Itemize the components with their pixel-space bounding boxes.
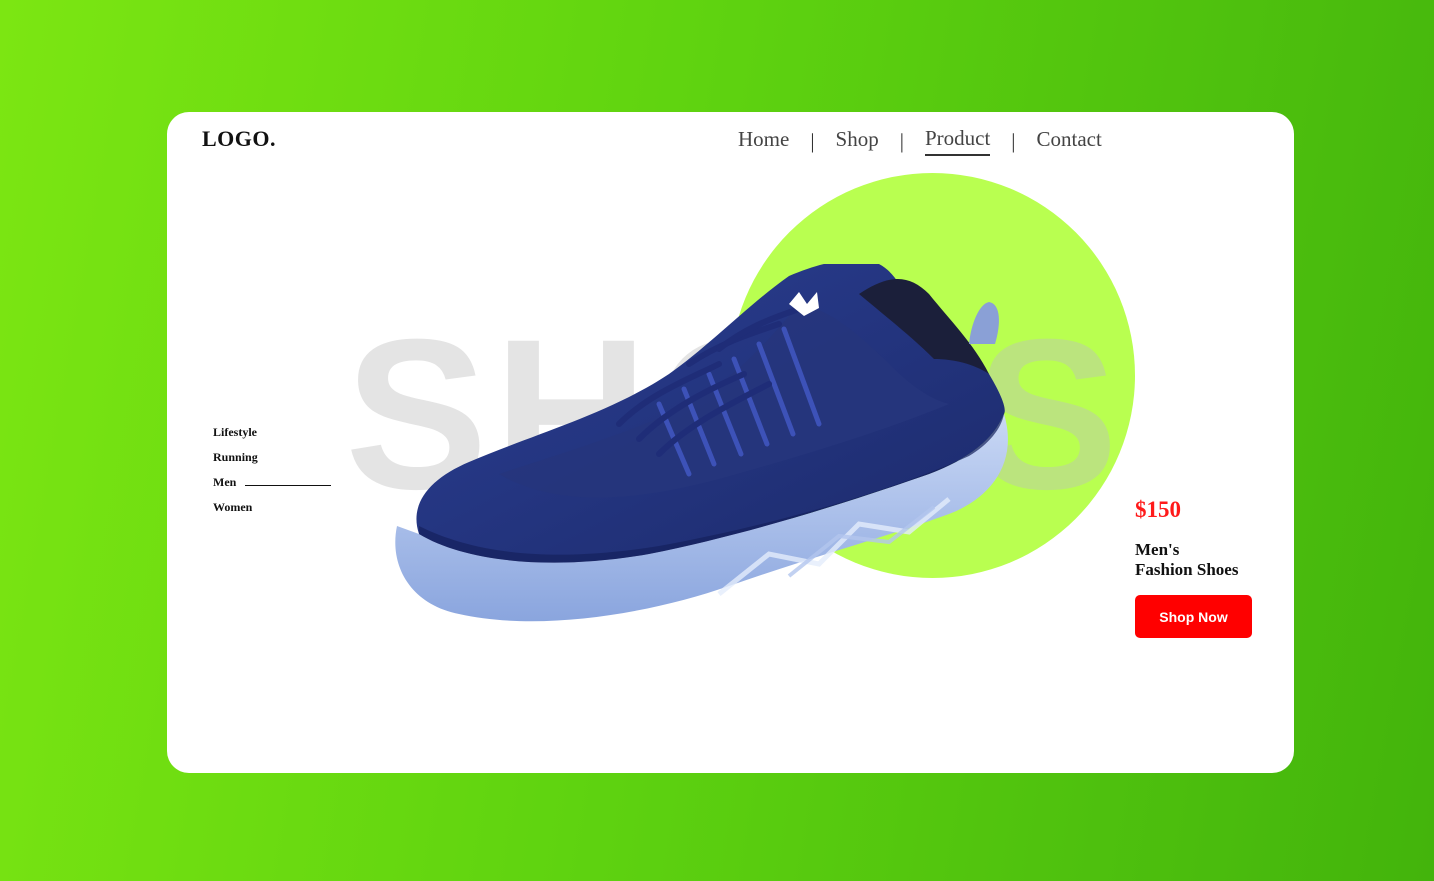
nav-separator: | xyxy=(899,128,904,153)
logo[interactable]: LOGO. xyxy=(202,126,276,152)
category-list: Lifestyle Running Men Women xyxy=(213,425,332,525)
product-price: $150 xyxy=(1135,497,1181,522)
product-title-line-2: Fashion Shoes xyxy=(1135,560,1239,579)
hero-card: LOGO. Home | Shop | Product | Contact SH… xyxy=(167,112,1294,773)
nav-shop[interactable]: Shop xyxy=(836,127,879,155)
nav-contact[interactable]: Contact xyxy=(1037,127,1102,155)
product-shoe-image xyxy=(395,264,1008,622)
active-category-indicator xyxy=(245,485,332,486)
category-label: Women xyxy=(213,500,253,514)
category-label: Lifestyle xyxy=(213,425,257,439)
nav-separator: | xyxy=(1011,128,1016,153)
nav-product[interactable]: Product xyxy=(924,126,991,156)
nav-home[interactable]: Home xyxy=(738,127,789,155)
category-women[interactable]: Women xyxy=(213,500,331,525)
category-running[interactable]: Running xyxy=(213,450,331,475)
category-label: Men xyxy=(213,475,237,489)
product-title: Men's Fashion Shoes xyxy=(1135,540,1238,580)
nav-separator: | xyxy=(810,128,815,153)
product-title-line-1: Men's xyxy=(1135,540,1180,559)
category-label: Running xyxy=(213,450,258,464)
category-men[interactable]: Men xyxy=(213,475,332,500)
main-nav: Home | Shop | Product | Contact xyxy=(738,126,1102,156)
shop-now-button[interactable]: Shop Now xyxy=(1135,595,1252,638)
shoe-heel-tab xyxy=(969,302,999,344)
category-lifestyle[interactable]: Lifestyle xyxy=(213,425,331,450)
